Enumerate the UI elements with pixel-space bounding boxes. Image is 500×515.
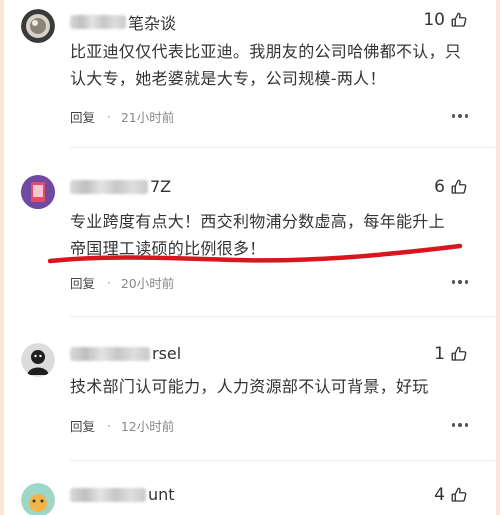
user-avatar[interactable]: [21, 9, 55, 43]
user-avatar[interactable]: [21, 175, 55, 209]
user-avatar[interactable]: [21, 483, 55, 515]
meta-separator: ·: [107, 275, 111, 290]
comment-meta: 回复 · 12小时前: [70, 416, 174, 435]
username-visible: 7Z: [150, 177, 172, 196]
user-avatar[interactable]: [21, 343, 55, 377]
divider: [70, 460, 496, 461]
comment-list: 笔杂谈 10 比亚迪仅仅代表比亚迪。我朋友的公司哈佛都不认，只认大专，她老婆就是…: [4, 0, 496, 515]
username[interactable]: rsel: [70, 344, 181, 363]
like-button[interactable]: 4: [434, 485, 468, 505]
like-count: 4: [434, 485, 445, 505]
username[interactable]: unt: [70, 485, 175, 504]
thumbs-up-icon: [451, 346, 467, 361]
username-visible: rsel: [152, 344, 182, 363]
like-button[interactable]: 1: [434, 344, 468, 364]
like-button[interactable]: 10: [423, 10, 468, 30]
username-visible: unt: [148, 485, 175, 504]
divider: [70, 316, 496, 317]
blurred-username: [70, 15, 126, 29]
comment-item: 7Z 6 专业跨度有点大！西交利物浦分数虚高，每年能升上 帝国理工读硕的比例很多…: [4, 172, 496, 302]
red-underline-annotation: [48, 243, 463, 264]
reply-link[interactable]: 回复: [70, 107, 95, 126]
timestamp: 20小时前: [120, 276, 175, 291]
comment-item: unt 4: [4, 480, 496, 515]
like-count: 10: [423, 10, 445, 30]
comment-text: 技术部门认可能力，人力资源部不认可背景，好玩: [70, 377, 429, 396]
thumbs-up-icon: [451, 487, 467, 502]
comment-item: rsel 1 技术部门认可能力，人力资源部不认可背景，好玩 回复 · 12小时前: [4, 340, 496, 450]
username[interactable]: 笔杂谈: [70, 10, 176, 34]
blurred-username: [70, 346, 150, 361]
more-options-icon[interactable]: [451, 280, 468, 284]
like-count: 1: [434, 344, 445, 364]
comment-item: 笔杂谈 10 比亚迪仅仅代表比亚迪。我朋友的公司哈佛都不认，只认大专，她老婆就是…: [4, 0, 496, 130]
reply-link[interactable]: 回复: [70, 273, 95, 292]
meta-separator: ·: [107, 418, 111, 433]
thumbs-up-icon: [451, 12, 467, 27]
thumbs-up-icon: [451, 179, 467, 194]
blurred-username: [70, 179, 148, 194]
comment-meta: 回复 · 20小时前: [70, 273, 174, 292]
divider: [70, 147, 496, 148]
blurred-username: [70, 487, 146, 502]
timestamp: 12小时前: [120, 419, 175, 434]
more-options-icon[interactable]: [451, 423, 468, 427]
reply-link[interactable]: 回复: [70, 416, 95, 435]
more-options-icon[interactable]: [451, 114, 468, 118]
username[interactable]: 7Z: [70, 177, 171, 196]
username-visible: 笔杂谈: [128, 14, 177, 33]
like-button[interactable]: 6: [434, 177, 468, 197]
meta-separator: ·: [107, 109, 111, 124]
timestamp: 21小时前: [120, 110, 175, 125]
like-count: 6: [434, 177, 445, 197]
comment-text: 比亚迪仅仅代表比亚迪。我朋友的公司哈佛都不认，只认大专，她老婆就是大专，公司规模…: [70, 42, 462, 88]
comment-meta: 回复 · 21小时前: [70, 107, 174, 126]
